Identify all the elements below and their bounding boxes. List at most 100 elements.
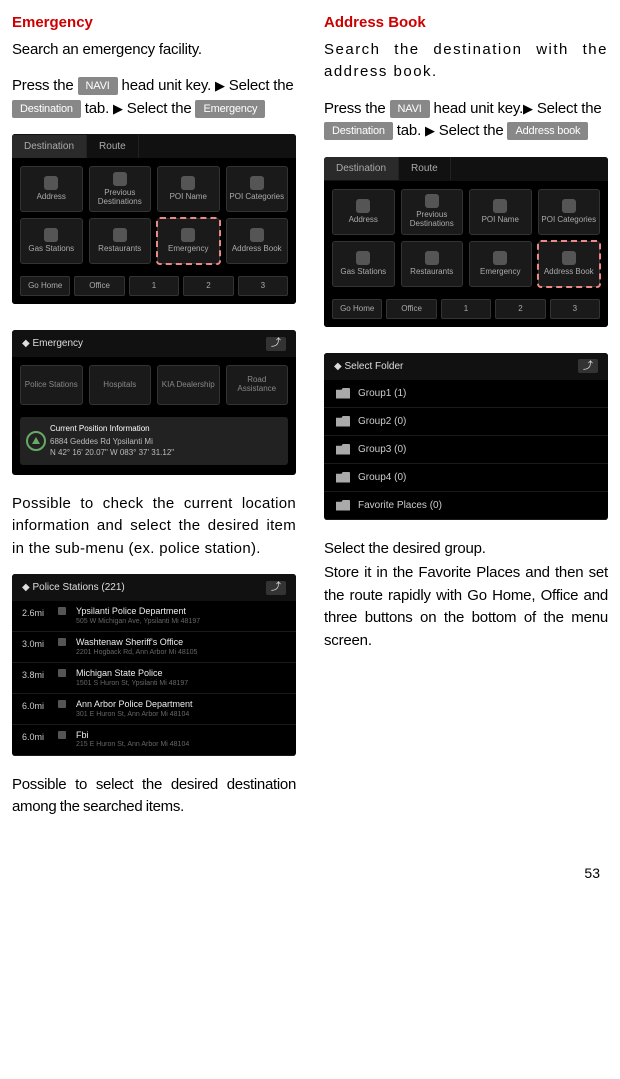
- emergency-caption2: Possible to select the desired destina­t…: [12, 774, 296, 819]
- dest-cell-address[interactable]: Address: [332, 189, 395, 235]
- emergency-header: Emergency: [32, 338, 83, 349]
- addressbook-caption1: Select the desired group.: [324, 538, 608, 561]
- cell-label: Previous Destinations: [92, 189, 149, 207]
- folder-icon: [336, 416, 350, 427]
- bottom-button-1[interactable]: 1: [441, 299, 491, 319]
- list-item[interactable]: 3.8miMichigan State Police1501 S Huron S…: [12, 663, 296, 694]
- folder-row[interactable]: Group2 (0): [324, 408, 608, 436]
- list-distance: 6.0mi: [22, 730, 66, 745]
- list-name: Fbi: [76, 730, 286, 741]
- cell-label: Previous Destinations: [404, 211, 461, 229]
- bottom-button-2[interactable]: 2: [495, 299, 545, 319]
- bottom-button-3[interactable]: 3: [238, 276, 288, 296]
- cell-icon: [113, 172, 127, 186]
- dest-cell-emergency[interactable]: Emergency: [157, 218, 220, 264]
- list-item[interactable]: 6.0miAnn Arbor Police Department301 E Hu…: [12, 694, 296, 725]
- dest-cell-restaurants[interactable]: Restaurants: [89, 218, 152, 264]
- text: Select the: [435, 122, 508, 139]
- emergency-cell-police-stations[interactable]: Police Stations: [20, 365, 83, 405]
- tab-route[interactable]: Route: [399, 157, 451, 180]
- dest-cell-address[interactable]: Address: [20, 166, 83, 212]
- list-distance: 6.0mi: [22, 699, 66, 714]
- page-number: 53: [12, 833, 608, 884]
- cell-label: Address Book: [544, 268, 594, 277]
- text: Select the: [123, 100, 196, 117]
- cell-icon: [493, 251, 507, 265]
- bottom-button-3[interactable]: 3: [550, 299, 600, 319]
- bottom-button-office[interactable]: Office: [386, 299, 436, 319]
- list-item[interactable]: 2.6mi Ypsilanti Police Department505 W Mi…: [12, 601, 296, 632]
- dest-cell-previous-destinations[interactable]: Previous Destinations: [401, 189, 464, 235]
- current-position-panel: Current Position Information 6884 Geddes…: [20, 417, 288, 465]
- list-name: Washtenaw Sheriff's Office: [76, 637, 286, 648]
- cell-label: POI Categories: [541, 216, 596, 225]
- dest-cell-previous-destinations[interactable]: Previous Destinations: [89, 166, 152, 212]
- list-name: Ypsilanti Police Department: [76, 606, 286, 617]
- text: Select the: [229, 77, 294, 94]
- dest-cell-poi-categories[interactable]: POI Categories: [226, 166, 289, 212]
- dest-cell-gas-stations[interactable]: Gas Stations: [20, 218, 83, 264]
- folder-row[interactable]: Group3 (0): [324, 436, 608, 464]
- back-icon[interactable]: ⤴: [266, 337, 286, 351]
- list-name: Ann Arbor Police Department: [76, 699, 286, 710]
- cell-label: Gas Stations: [28, 245, 74, 254]
- list-item[interactable]: 6.0miFbi215 E Huron St, Ann Arbor Mi 481…: [12, 725, 296, 756]
- bottom-button-go-home[interactable]: Go Home: [332, 299, 382, 319]
- folder-row[interactable]: Group4 (0): [324, 464, 608, 492]
- emergency-cell-kia-dealership[interactable]: KIA Dealership: [157, 365, 220, 405]
- dest-cell-poi-categories[interactable]: POI Categories: [538, 189, 601, 235]
- list-name: Michigan State Police: [76, 668, 286, 679]
- folder-title: Select Folder: [344, 361, 403, 372]
- tab-route[interactable]: Route: [87, 135, 139, 158]
- back-icon[interactable]: ⤴: [578, 359, 598, 373]
- list-distance: 3.8mi: [22, 668, 66, 683]
- folder-label: Group2 (0): [358, 414, 406, 429]
- text: head unit key.: [430, 100, 523, 117]
- cell-label: POI Name: [170, 193, 207, 202]
- emergency-button: Emergency: [195, 100, 265, 118]
- cell-icon: [425, 194, 439, 208]
- text: Press the: [12, 77, 78, 94]
- cell-icon: [356, 199, 370, 213]
- dest-cell-poi-name[interactable]: POI Name: [469, 189, 532, 235]
- dest-cell-emergency[interactable]: Emergency: [469, 241, 532, 287]
- dest-cell-restaurants[interactable]: Restaurants: [401, 241, 464, 287]
- emergency-cell-road-assistance[interactable]: Road Assistance: [226, 365, 289, 405]
- cell-label: Address: [349, 216, 378, 225]
- direction-icon: [58, 607, 66, 615]
- list-item[interactable]: 3.0miWashtenaw Sheriff's Office2201 Hogb…: [12, 632, 296, 663]
- list-distance: 2.6mi: [22, 606, 66, 621]
- text: tab.: [393, 122, 425, 139]
- cell-icon: [113, 228, 127, 242]
- bottom-button-office[interactable]: Office: [74, 276, 124, 296]
- dest-cell-poi-name[interactable]: POI Name: [157, 166, 220, 212]
- cell-icon: [44, 176, 58, 190]
- back-icon[interactable]: ⤴: [266, 581, 286, 595]
- emergency-intro: Search an emergency facility.: [12, 39, 296, 62]
- folder-row[interactable]: Favorite Places (0): [324, 492, 608, 520]
- tab-destination[interactable]: Destination: [12, 135, 87, 158]
- addressbook-button: Address book: [507, 122, 588, 140]
- dest-cell-address-book[interactable]: Address Book: [538, 241, 601, 287]
- cell-icon: [250, 228, 264, 242]
- folder-row[interactable]: Group1 (1): [324, 380, 608, 408]
- folder-icon: [336, 444, 350, 455]
- bottom-button-2[interactable]: 2: [183, 276, 233, 296]
- text: Select the: [537, 100, 602, 117]
- folder-icon: [336, 472, 350, 483]
- bottom-button-1[interactable]: 1: [129, 276, 179, 296]
- dest-cell-gas-stations[interactable]: Gas Stations: [332, 241, 395, 287]
- folder-icon: [336, 500, 350, 511]
- list-address: 505 W Michigan Ave, Ypsilanti Mi 48197: [76, 617, 286, 626]
- cell-icon: [562, 251, 576, 265]
- screenshot-police-stations: ◆ Police Stations (221) ⤴ 2.6mi Ypsilanti…: [12, 574, 296, 755]
- emergency-cell-hospitals[interactable]: Hospitals: [89, 365, 152, 405]
- direction-icon: [58, 700, 66, 708]
- emergency-steps: Press the NAVI head unit key. ▶ Select t…: [12, 75, 296, 120]
- bottom-button-go-home[interactable]: Go Home: [20, 276, 70, 296]
- tab-destination[interactable]: Destination: [324, 157, 399, 180]
- screenshot-emergency-list: ◆ Emergency ⤴ Police StationsHospitalsKI…: [12, 330, 296, 475]
- dest-cell-address-book[interactable]: Address Book: [226, 218, 289, 264]
- cell-icon: [493, 199, 507, 213]
- bullet-icon: ◆ Police Stations (221): [22, 580, 125, 595]
